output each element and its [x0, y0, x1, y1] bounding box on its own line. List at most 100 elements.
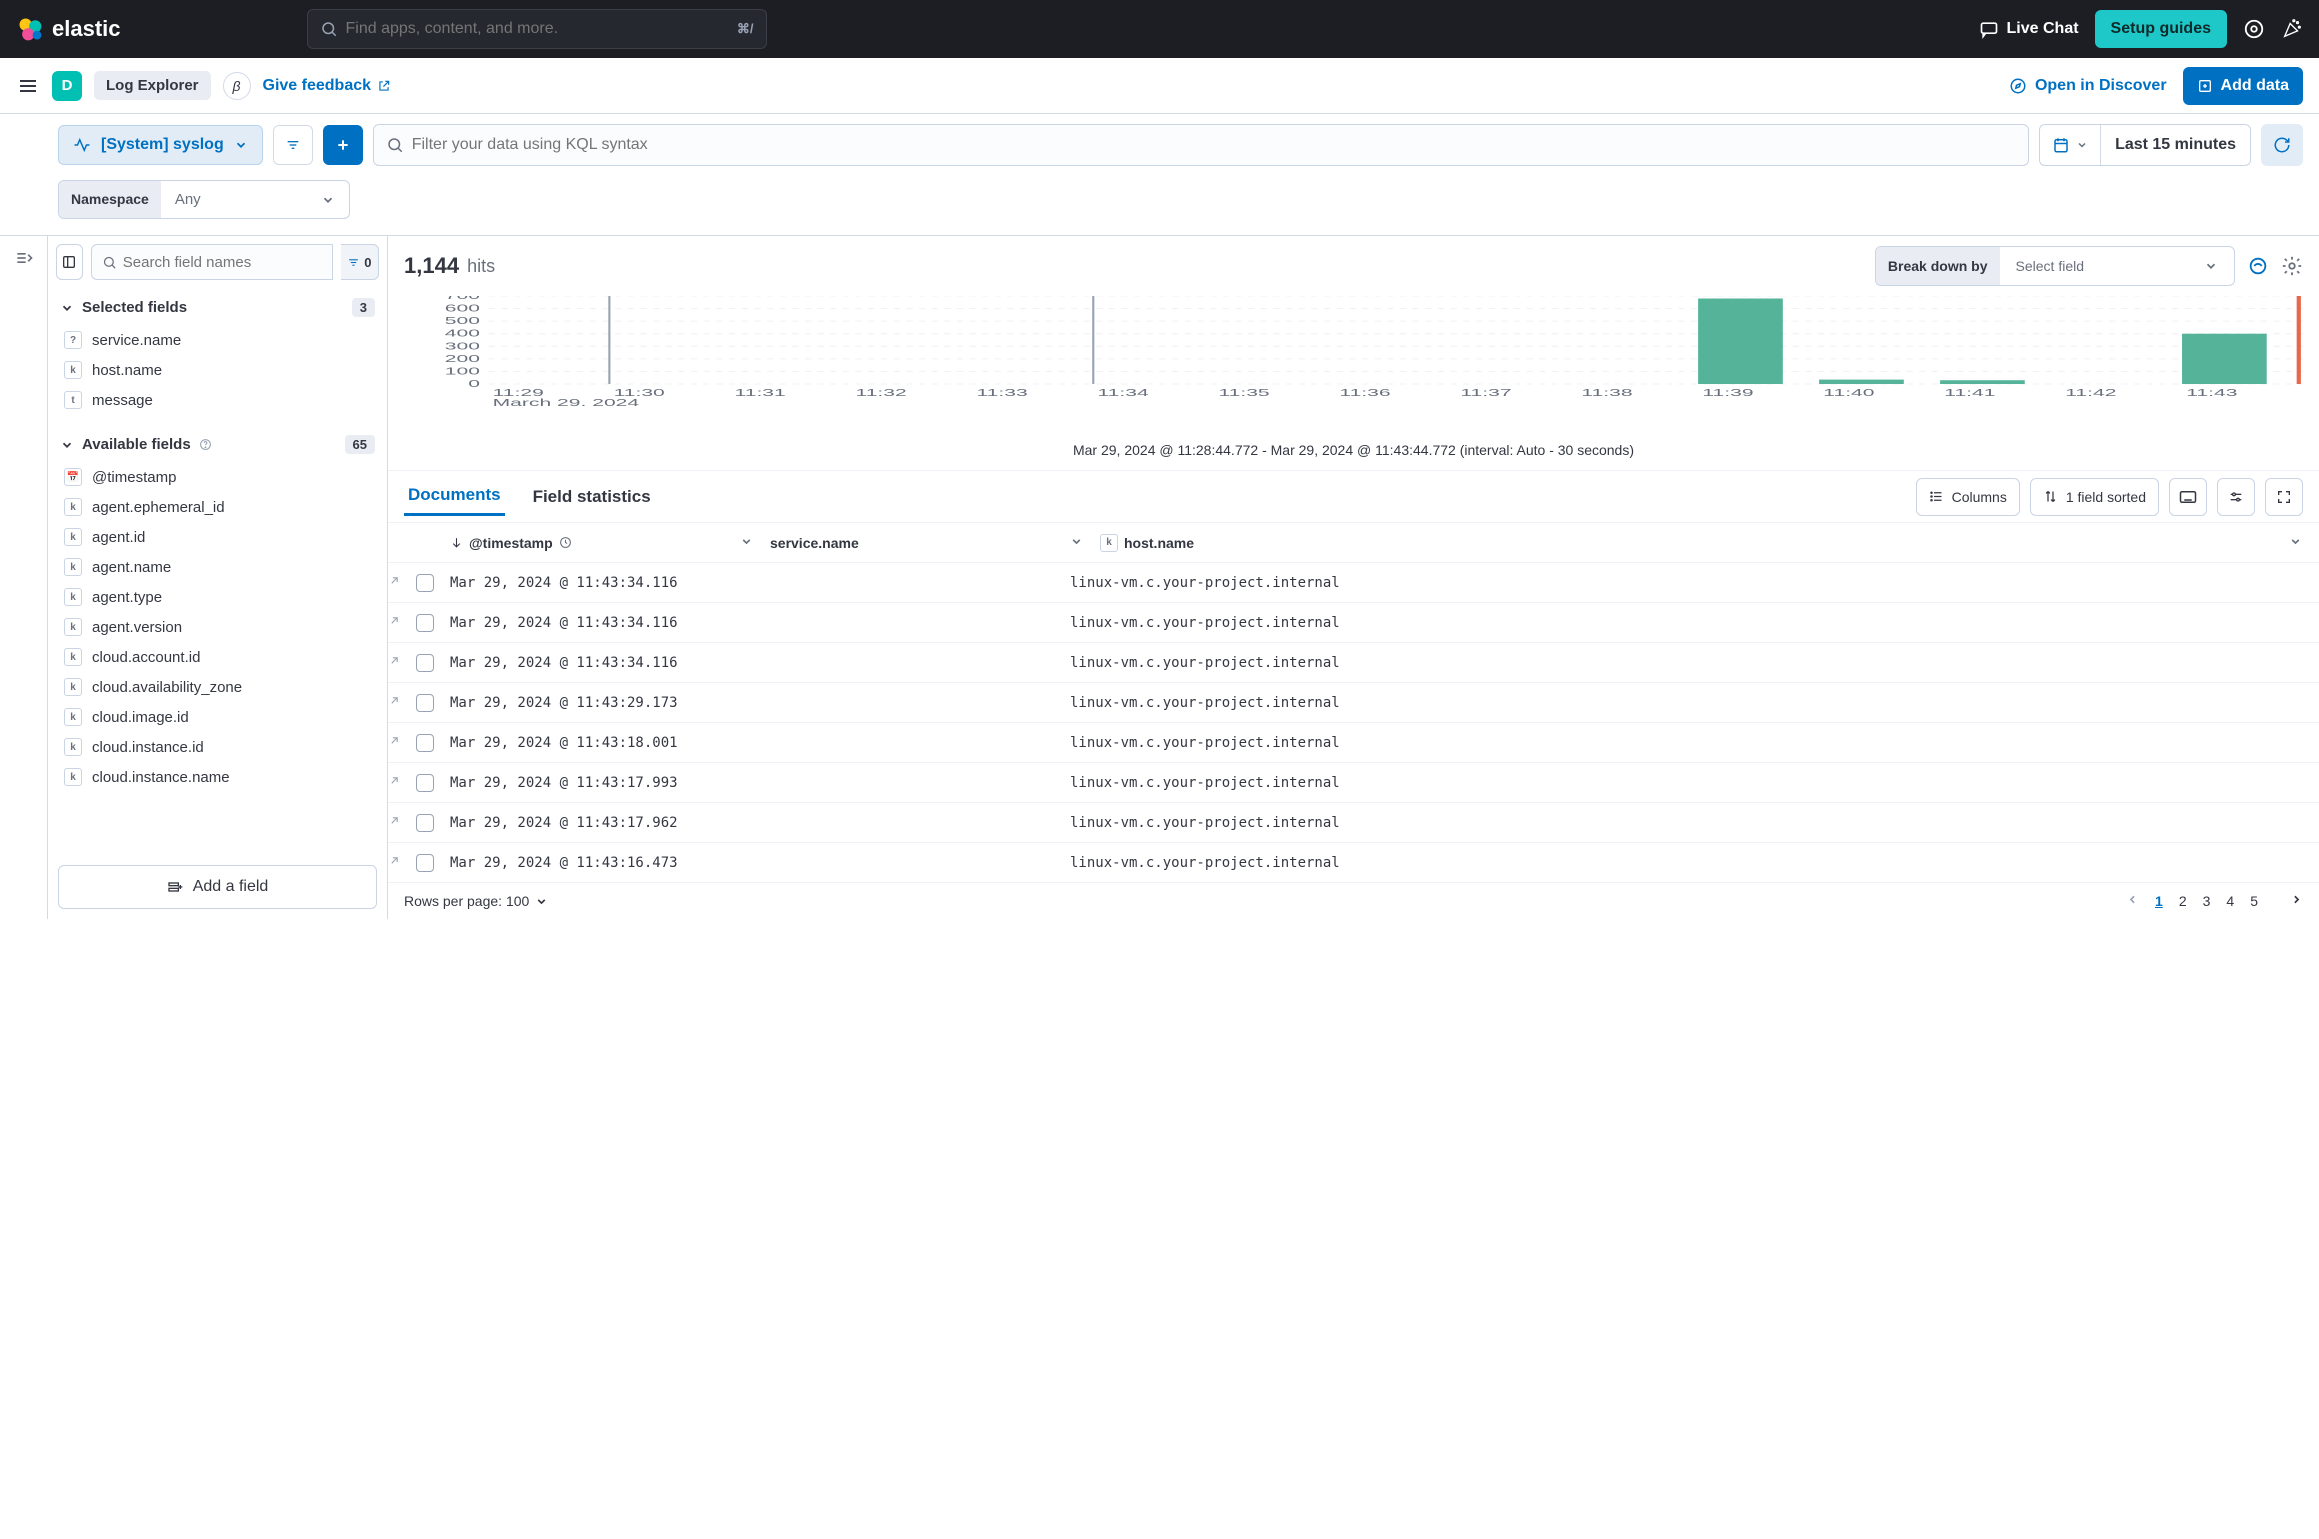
table-row[interactable]: Mar 29, 2024 @ 11:43:18.001linux-vm.c.yo… [388, 723, 2319, 763]
field-item[interactable]: kagent.type [60, 582, 375, 612]
namespace-selector[interactable]: Namespace Any [58, 180, 350, 219]
open-in-discover-link[interactable]: Open in Discover [2009, 77, 2167, 95]
columns-label: Columns [1952, 489, 2007, 505]
col-host[interactable]: k host.name [1100, 534, 2289, 552]
expand-rail-icon[interactable] [14, 248, 34, 268]
page-1[interactable]: 1 [2155, 893, 2163, 909]
row-checkbox[interactable] [416, 734, 450, 752]
field-item[interactable]: kagent.version [60, 612, 375, 642]
col-service[interactable]: service.name [770, 535, 1070, 551]
keyboard-button[interactable] [2169, 478, 2207, 516]
table-row[interactable]: Mar 29, 2024 @ 11:43:17.993linux-vm.c.yo… [388, 763, 2319, 803]
page-next[interactable] [2290, 893, 2303, 909]
table-row[interactable]: Mar 29, 2024 @ 11:43:34.116linux-vm.c.yo… [388, 603, 2319, 643]
add-field-button[interactable]: Add a field [58, 865, 377, 909]
elastic-logo[interactable]: elastic [16, 15, 121, 43]
main: 0 Selected fields 3 ?service.namekhost.n… [0, 235, 2319, 919]
page-3[interactable]: 3 [2203, 893, 2211, 909]
expand-row[interactable] [388, 854, 416, 871]
field-item[interactable]: 📅@timestamp [60, 462, 375, 492]
fields-search[interactable] [91, 244, 333, 280]
table-row[interactable]: Mar 29, 2024 @ 11:43:29.173linux-vm.c.yo… [388, 683, 2319, 723]
table-row[interactable]: Mar 29, 2024 @ 11:43:17.962linux-vm.c.yo… [388, 803, 2319, 843]
columns-button[interactable]: Columns [1916, 478, 2020, 516]
expand-row[interactable] [388, 814, 416, 831]
rows-per-page[interactable]: Rows per page: 100 [404, 893, 548, 909]
col-svc-menu[interactable] [1070, 535, 1100, 551]
col-timestamp[interactable]: @timestamp [450, 535, 740, 551]
global-search-input[interactable] [346, 20, 737, 38]
global-header: elastic ⌘/ Live Chat Setup guides [0, 0, 2319, 58]
available-fields-header[interactable]: Available fields 65 [60, 435, 375, 454]
field-item[interactable]: kcloud.image.id [60, 702, 375, 732]
page-2[interactable]: 2 [2179, 893, 2187, 909]
table-row[interactable]: Mar 29, 2024 @ 11:43:34.116linux-vm.c.yo… [388, 643, 2319, 683]
page-5[interactable]: 5 [2250, 893, 2258, 909]
gear-icon[interactable] [2281, 255, 2303, 277]
refresh-button[interactable] [2261, 124, 2303, 166]
page-4[interactable]: 4 [2226, 893, 2234, 909]
display-options-button[interactable] [2217, 478, 2255, 516]
tab-field-statistics[interactable]: Field statistics [529, 479, 655, 515]
table-row[interactable]: Mar 29, 2024 @ 11:43:16.473linux-vm.c.yo… [388, 843, 2319, 883]
field-item[interactable]: khost.name [60, 355, 375, 385]
filter-button[interactable] [273, 125, 313, 165]
row-checkbox[interactable] [416, 694, 450, 712]
global-search[interactable]: ⌘/ [307, 9, 767, 49]
row-checkbox[interactable] [416, 814, 450, 832]
sort-button[interactable]: 1 field sorted [2030, 478, 2159, 516]
row-checkbox[interactable] [416, 854, 450, 872]
toggle-sidebar-button[interactable] [56, 244, 83, 280]
field-item[interactable]: kcloud.instance.id [60, 732, 375, 762]
tab-documents[interactable]: Documents [404, 477, 505, 516]
sort-icon [2043, 489, 2058, 504]
source-selector[interactable]: [System] syslog [58, 125, 263, 165]
selected-fields-header[interactable]: Selected fields 3 [60, 298, 375, 317]
confetti-icon[interactable] [2281, 18, 2303, 40]
kql-input[interactable] [412, 136, 2016, 154]
expand-row[interactable] [388, 734, 416, 751]
field-item[interactable]: kagent.ephemeral_id [60, 492, 375, 522]
lens-icon[interactable] [2247, 255, 2269, 277]
cell-host: linux-vm.c.your-project.internal [1070, 775, 2319, 791]
row-checkbox[interactable] [416, 774, 450, 792]
field-item[interactable]: ?service.name [60, 325, 375, 355]
row-checkbox[interactable] [416, 574, 450, 592]
field-item[interactable]: kcloud.availability_zone [60, 672, 375, 702]
breakdown-selector[interactable]: Break down by Select field [1875, 246, 2235, 286]
space-avatar[interactable]: D [52, 71, 82, 101]
col-ts-menu[interactable] [740, 535, 770, 551]
field-item[interactable]: kagent.name [60, 552, 375, 582]
expand-row[interactable] [388, 654, 416, 671]
field-item[interactable]: kcloud.account.id [60, 642, 375, 672]
col-host-menu[interactable] [2289, 535, 2319, 551]
fields-search-input[interactable] [123, 254, 322, 271]
menu-icon[interactable] [16, 74, 40, 98]
table-row[interactable]: Mar 29, 2024 @ 11:43:34.116linux-vm.c.yo… [388, 563, 2319, 603]
row-checkbox[interactable] [416, 654, 450, 672]
field-item[interactable]: tmessage [60, 385, 375, 415]
setup-guides-button[interactable]: Setup guides [2095, 10, 2227, 48]
newsfeed-icon[interactable] [2243, 18, 2265, 40]
time-range-label[interactable]: Last 15 minutes [2101, 136, 2250, 154]
expand-row[interactable] [388, 694, 416, 711]
add-filter-button[interactable] [323, 125, 363, 165]
calendar-button[interactable] [2040, 125, 2100, 165]
live-chat-button[interactable]: Live Chat [1979, 19, 2079, 39]
field-item[interactable]: kcloud.instance.name [60, 762, 375, 792]
app-badge[interactable]: Log Explorer [94, 71, 211, 100]
expand-row[interactable] [388, 774, 416, 791]
add-data-button[interactable]: Add data [2183, 67, 2303, 105]
help-icon[interactable] [199, 438, 212, 451]
feedback-link[interactable]: Give feedback [263, 77, 392, 95]
row-checkbox[interactable] [416, 614, 450, 632]
fields-filter-button[interactable]: 0 [341, 244, 379, 280]
fullscreen-button[interactable] [2265, 478, 2303, 516]
page-prev[interactable] [2126, 893, 2139, 909]
svg-text:0: 0 [468, 379, 480, 390]
expand-row[interactable] [388, 574, 416, 591]
expand-row[interactable] [388, 614, 416, 631]
kql-search[interactable] [373, 124, 2029, 166]
histogram[interactable]: 010020030040050060070011:2911:3011:3111:… [388, 296, 2319, 436]
field-item[interactable]: kagent.id [60, 522, 375, 552]
